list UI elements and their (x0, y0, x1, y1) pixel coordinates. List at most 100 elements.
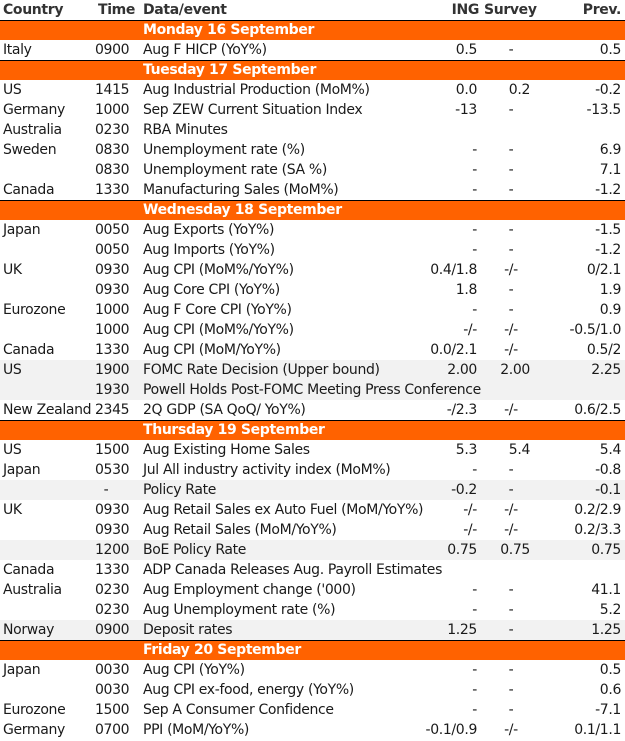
time-cell: 1330 (95, 342, 130, 358)
ing-forecast-cell: - (472, 662, 477, 678)
country-cell: Canada (3, 182, 55, 198)
ing-forecast-cell: - (472, 242, 477, 258)
time-cell: 0900 (95, 622, 130, 638)
table-row: Eurozone 1500 Sep A Consumer Confidence - - -… (0, 700, 625, 720)
event-cell: Aug CPI (MoM/YoY%) (143, 342, 281, 358)
event-cell: Deposit rates (143, 622, 233, 638)
event-cell: Aug Unemployment rate (%) (143, 602, 336, 618)
survey-cell: - (508, 602, 514, 618)
ing-forecast-cell: - (472, 162, 477, 178)
previous-cell: 0.2/2.9 (574, 502, 621, 518)
survey-cell: - (508, 302, 514, 318)
event-cell: Policy Rate (143, 482, 216, 498)
time-cell: 0830 (95, 162, 130, 178)
event-cell: Sep ZEW Current Situation Index (143, 102, 363, 118)
previous-cell: -7.1 (595, 702, 621, 718)
previous-cell: 0.5 (599, 662, 622, 678)
time-cell: 0930 (95, 502, 130, 518)
survey-cell: -/- (504, 402, 518, 418)
country-cell: UK (3, 262, 22, 278)
event-cell: Aug Imports (YoY%) (143, 242, 275, 258)
table-row: Sweden 0830 Unemployment rate (%) - - 6.9 (0, 140, 625, 160)
ing-forecast-cell: 0.5 (455, 42, 478, 58)
previous-cell: 0.5/2 (586, 342, 621, 358)
previous-cell: -0.8 (595, 462, 621, 478)
table-header: Country Time Data/event ING Survey Prev. (0, 0, 625, 20)
ing-forecast-cell: -13 (455, 102, 477, 118)
table-row: Japan 0050 Aug Exports (YoY%) - - -1.5 (0, 220, 625, 240)
previous-cell: 6.9 (599, 142, 622, 158)
column-header-survey: Survey (484, 2, 537, 18)
survey-cell: -/- (504, 502, 518, 518)
table-row: 0230 Aug Unemployment rate (%) - - 5.2 (0, 600, 625, 620)
ing-forecast-cell: -/- (463, 322, 477, 338)
survey-cell: - (508, 242, 514, 258)
survey-cell: - (508, 622, 514, 638)
time-cell: 0230 (95, 582, 130, 598)
ing-forecast-cell: 0.0 (455, 82, 478, 98)
time-cell: - (103, 482, 109, 498)
table-row: - Policy Rate -0.2 - -0.1 (0, 480, 625, 500)
country-cell: Canada (3, 342, 55, 358)
previous-cell: -0.5/1.0 (569, 322, 622, 338)
time-cell: 0530 (95, 462, 130, 478)
event-cell: Powell Holds Post-FOMC Meeting Press Con… (143, 382, 481, 398)
previous-cell: 0.6 (599, 682, 622, 698)
day-label: Friday 20 September (143, 642, 301, 658)
day-label: Tuesday 17 September (143, 62, 316, 78)
table-row: Italy 0900 Aug F HICP (YoY%) 0.5 - 0.5 (0, 40, 625, 60)
country-cell: Germany (3, 102, 65, 118)
survey-cell: - (508, 582, 514, 598)
time-cell: 1330 (95, 562, 130, 578)
day-banner: Wednesday 18 September (0, 200, 625, 220)
event-cell: Aug Retail Sales ex Auto Fuel (MoM/YoY%) (143, 502, 424, 518)
previous-cell: -1.2 (595, 182, 621, 198)
event-cell: Aug Industrial Production (MoM%) (143, 82, 370, 98)
survey-cell: 0.75 (500, 542, 530, 558)
country-cell: Sweden (3, 142, 57, 158)
survey-cell: -/- (504, 322, 518, 338)
event-cell: Sep A Consumer Confidence (143, 702, 334, 718)
survey-cell: 2.00 (500, 362, 530, 378)
survey-cell: -/- (504, 522, 518, 538)
time-cell: 2345 (95, 402, 130, 418)
event-cell: Unemployment rate (%) (143, 142, 305, 158)
country-cell: Japan (3, 662, 41, 678)
table-body: Monday 16 September Italy 0900 Aug F HICP (… (0, 20, 625, 740)
table-row: Canada 1330 Manufacturing Sales (MoM%) - - -1… (0, 180, 625, 200)
day-label: Monday 16 September (143, 22, 315, 38)
table-row: Eurozone 1000 Aug F Core CPI (YoY%) - - 0.9 (0, 300, 625, 320)
table-row: 0930 Aug Retail Sales (MoM/YoY%) -/- -/- 0.2… (0, 520, 625, 540)
table-row: 0830 Unemployment rate (SA %) - - 7.1 (0, 160, 625, 180)
ing-forecast-cell: - (472, 182, 477, 198)
survey-cell: - (508, 482, 514, 498)
country-cell: Canada (3, 562, 55, 578)
survey-cell: - (508, 102, 514, 118)
previous-cell: -13.5 (586, 102, 622, 118)
ing-forecast-cell: - (472, 462, 477, 478)
previous-cell: 0/2.1 (586, 262, 621, 278)
country-cell: US (3, 442, 22, 458)
country-cell: US (3, 82, 22, 98)
table-row: Canada 1330 ADP Canada Releases Aug. Payro… (0, 560, 625, 580)
table-row: Canada 1330 Aug CPI (MoM/YoY%) 0.0/2.1 -/- 0.… (0, 340, 625, 360)
previous-cell: 2.25 (591, 362, 621, 378)
day-banner: Thursday 19 September (0, 420, 625, 440)
time-cell: 1330 (95, 182, 130, 198)
event-cell: Aug F Core CPI (YoY%) (143, 302, 292, 318)
ing-forecast-cell: 2.00 (447, 362, 477, 378)
time-cell: 0900 (95, 42, 130, 58)
survey-cell: - (508, 142, 514, 158)
column-header-country: Country (3, 2, 64, 18)
survey-cell: -/- (504, 262, 518, 278)
time-cell: 1500 (95, 442, 130, 458)
country-cell: Eurozone (3, 702, 66, 718)
previous-cell: 0.9 (599, 302, 622, 318)
time-cell: 0830 (95, 142, 130, 158)
column-header-time: Time (98, 2, 136, 18)
event-cell: Aug Exports (YoY%) (143, 222, 275, 238)
time-cell: 0030 (95, 682, 130, 698)
ing-forecast-cell: - (472, 702, 477, 718)
time-cell: 1930 (95, 382, 130, 398)
ing-forecast-cell: 0.75 (447, 542, 477, 558)
